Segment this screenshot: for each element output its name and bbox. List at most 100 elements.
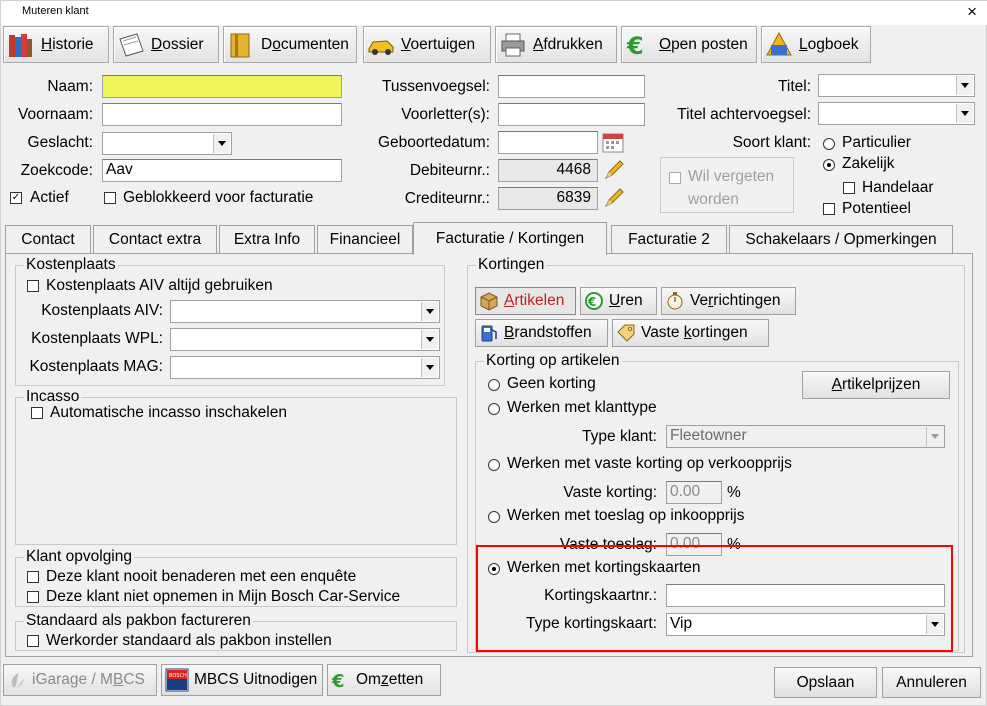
pakbon-label: Werkorder standaard als pakbon instellen — [46, 632, 332, 649]
voornaam-label: Voornaam: — [18, 106, 93, 123]
geslacht-select[interactable] — [102, 132, 232, 155]
printer-icon — [499, 31, 527, 59]
tab-extra-info[interactable]: Extra Info — [219, 225, 315, 253]
zoekcode-input[interactable]: Aav — [102, 159, 342, 182]
handelaar-label: Handelaar — [862, 179, 934, 196]
highlight-box — [476, 545, 953, 652]
potentieel-checkbox[interactable] — [823, 203, 835, 215]
opslaan-button[interactable]: Opslaan — [774, 667, 877, 698]
kostenplaats-altijd-checkbox[interactable] — [27, 280, 39, 292]
enquete-checkbox[interactable] — [27, 571, 39, 583]
kostenplaats-wpl-label: Kostenplaats WPL: — [31, 330, 163, 347]
title-bar: Muteren klant × — [1, 1, 987, 25]
type-klant-label: Type klant: — [582, 428, 657, 445]
particulier-label: Particulier — [842, 134, 911, 151]
particulier-radio[interactable] — [823, 138, 835, 150]
zakelijk-radio[interactable] — [823, 159, 835, 171]
vaste-korting-radio[interactable] — [488, 459, 500, 471]
calendar-icon[interactable] — [601, 131, 625, 154]
chevron-down-icon — [421, 330, 438, 349]
titel-achtervoegsel-select[interactable] — [818, 102, 975, 125]
tag-icon — [616, 323, 636, 343]
mbcs-uitnodigen-button[interactable]: BOSCH MBCS Uitnodigen — [161, 664, 323, 696]
toeslag-radio[interactable] — [488, 511, 500, 523]
naam-input[interactable] — [102, 75, 342, 98]
chevron-down-icon — [421, 358, 438, 377]
close-button[interactable]: × — [967, 2, 977, 22]
type-klant-select[interactable]: Fleetowner — [666, 425, 945, 448]
wil-vergeten-label-2: worden — [688, 191, 739, 208]
wil-vergeten-checkbox[interactable] — [669, 172, 681, 184]
actief-label: Actief — [30, 189, 69, 206]
debiteurnr-input[interactable]: 4468 — [498, 159, 598, 182]
logboek-button[interactable]: Logboek — [761, 26, 871, 63]
afdrukken-button[interactable]: Afdrukken — [495, 26, 617, 63]
geen-korting-radio[interactable] — [488, 379, 500, 391]
debiteurnr-label: Debiteurnr.: — [409, 162, 490, 179]
crediteurnr-input[interactable]: 6839 — [498, 187, 598, 210]
geboortedatum-input[interactable] — [498, 131, 598, 154]
wil-vergeten-box: Wil vergeten worden — [660, 157, 794, 213]
klanttype-radio[interactable] — [488, 403, 500, 415]
brandstoffen-button[interactable]: Brandstoffen — [475, 319, 608, 347]
igarage-mbcs-button[interactable]: iGarage / MBCS — [3, 664, 157, 696]
handelaar-checkbox[interactable] — [843, 182, 855, 194]
car-icon — [367, 31, 395, 59]
geslacht-label: Geslacht: — [27, 134, 93, 151]
pencil-icon[interactable] — [601, 159, 625, 182]
tab-facturatie-2[interactable]: Facturatie 2 — [611, 225, 727, 253]
dossier-button[interactable]: Dossier — [113, 26, 219, 63]
kostenplaats-aiv-label: Kostenplaats AIV: — [41, 302, 163, 319]
annuleren-button[interactable]: Annuleren — [882, 667, 981, 698]
artikelen-button[interactable]: Artikelen — [475, 287, 576, 315]
window-title: Muteren klant — [22, 5, 89, 17]
incasso-auto-checkbox[interactable] — [31, 407, 43, 419]
vaste-kortingen-button[interactable]: Vaste kortingen — [612, 319, 769, 347]
voornaam-input[interactable] — [102, 103, 342, 126]
klant-opvolging-title: Klant opvolging — [24, 548, 134, 565]
pencil-icon[interactable] — [601, 187, 625, 210]
kostenplaats-mag-select[interactable] — [170, 356, 440, 379]
tab-schakelaars-opmerkingen[interactable]: Schakelaars / Opmerkingen — [729, 225, 953, 253]
kostenplaats-altijd-label: Kostenplaats AIV altijd gebruiken — [46, 277, 273, 294]
tab-facturatie-kortingen[interactable]: Facturatie / Kortingen — [413, 222, 607, 255]
tab-financieel[interactable]: Financieel — [317, 225, 413, 253]
voertuigen-button[interactable]: Voertuigen — [363, 26, 491, 63]
chevron-down-icon — [213, 134, 230, 153]
vaste-korting-label: Vaste korting: — [563, 484, 657, 501]
chevron-down-icon — [956, 76, 973, 95]
documenten-button[interactable]: Documenten — [223, 26, 357, 63]
kostenplaats-aiv-select[interactable] — [170, 300, 440, 323]
euro-icon: € — [331, 670, 351, 692]
uren-button[interactable]: € Uren — [580, 287, 657, 315]
vaste-korting-input[interactable]: 0.00 — [666, 481, 722, 504]
chevron-down-icon — [421, 302, 438, 321]
svg-text:€: € — [331, 671, 345, 690]
zoekcode-label: Zoekcode: — [20, 162, 93, 179]
open-posten-button[interactable]: € Open posten — [621, 26, 757, 63]
kostenplaats-title: Kostenplaats — [24, 256, 118, 273]
actief-checkbox[interactable]: ✓ — [10, 192, 22, 204]
tussenvoegsel-input[interactable] — [498, 75, 645, 98]
titel-select[interactable] — [818, 74, 975, 97]
euro-icon: € — [625, 31, 653, 60]
vaste-korting-option-label: Werken met vaste korting op verkoopprijs — [507, 455, 792, 472]
omzetten-button[interactable]: € Omzetten — [327, 664, 441, 696]
tab-contact[interactable]: Contact — [5, 225, 91, 253]
kostenplaats-wpl-select[interactable] — [170, 328, 440, 351]
voorletters-label: Voorletter(s): — [401, 106, 490, 123]
verrichtingen-button[interactable]: Verrichtingen — [661, 287, 796, 315]
geblokkeerd-checkbox[interactable] — [104, 192, 116, 204]
books-icon — [7, 31, 35, 59]
stopwatch-icon — [665, 291, 685, 311]
historie-button[interactable]: Historie — [3, 26, 109, 63]
wil-vergeten-label-1: Wil vergeten — [688, 168, 775, 185]
enquete-label: Deze klant nooit benaderen met een enquê… — [46, 568, 357, 585]
tab-contact-extra[interactable]: Contact extra — [93, 225, 217, 253]
artikelprijzen-button[interactable]: Artikelprijzen — [802, 371, 950, 399]
kortingen-title: Kortingen — [476, 256, 547, 273]
pakbon-checkbox[interactable] — [27, 635, 39, 647]
voorletters-input[interactable] — [498, 103, 645, 126]
bosch-checkbox[interactable] — [27, 591, 39, 603]
pakbon-title: Standaard als pakbon factureren — [24, 612, 253, 629]
